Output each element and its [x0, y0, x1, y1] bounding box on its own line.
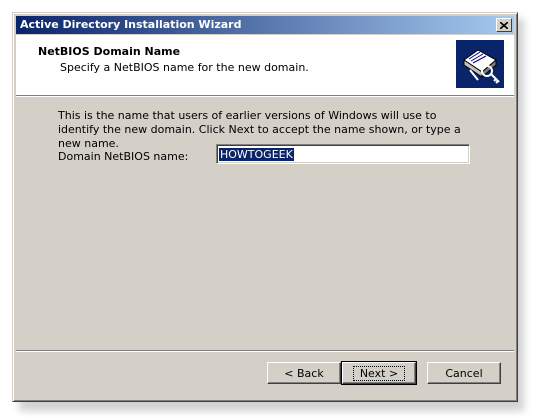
wizard-header: NetBIOS Domain Name Specify a NetBIOS na… [16, 35, 514, 96]
netbios-name-input[interactable]: HOWTOGEEK [216, 144, 470, 164]
title-bar[interactable]: Active Directory Installation Wizard [16, 16, 514, 34]
next-button-label: Next > [352, 365, 406, 381]
netbios-name-label: Domain NetBIOS name: [58, 150, 188, 163]
footer-separator [16, 350, 514, 352]
cancel-button[interactable]: Cancel [427, 362, 501, 384]
back-button-label: < Back [284, 366, 324, 380]
netbios-name-value: HOWTOGEEK [219, 148, 294, 161]
close-button[interactable] [496, 18, 512, 32]
back-button[interactable]: < Back [267, 362, 341, 384]
page-subtitle: Specify a NetBIOS name for the new domai… [60, 61, 309, 74]
window-title: Active Directory Installation Wizard [20, 18, 242, 31]
wizard-book-icon [456, 40, 504, 88]
wizard-dialog: Active Directory Installation Wizard Net… [12, 12, 518, 402]
next-button[interactable]: Next > [341, 361, 417, 385]
close-icon [500, 21, 508, 29]
cancel-button-label: Cancel [445, 366, 483, 380]
page-title: NetBIOS Domain Name [38, 45, 181, 58]
netbios-name-label-text: Domain NetBIOS name: [58, 150, 189, 163]
